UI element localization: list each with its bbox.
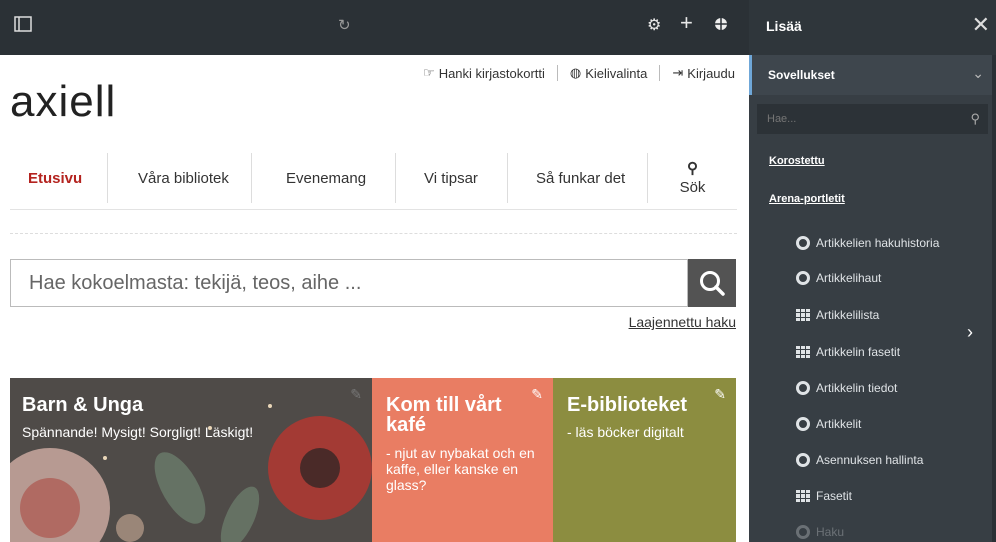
search-input[interactable] — [11, 260, 687, 306]
list-item[interactable]: Artikkelin tiedot — [796, 381, 897, 395]
grid-icon — [796, 346, 810, 358]
divider — [10, 233, 737, 234]
applications-dropdown[interactable]: Sovellukset ⌄ — [749, 55, 996, 95]
list-item[interactable]: Artikkelin fasetit — [796, 345, 900, 359]
panel-search-input[interactable] — [757, 104, 957, 134]
edit-icon[interactable]: ✎ — [714, 386, 726, 403]
nav-item-sok[interactable]: ⚲ Sök — [648, 147, 737, 209]
grid-icon — [796, 309, 810, 321]
gear-icon[interactable]: ⚙ — [647, 16, 661, 36]
nav-item-sa-funkar-det[interactable]: Så funkar det — [508, 147, 648, 209]
arena-portlets-link[interactable]: Arena-portletit — [769, 193, 845, 205]
divider — [556, 65, 558, 81]
search-icon — [700, 271, 725, 296]
circle-icon — [796, 271, 810, 285]
search-icon: ⚲ — [687, 160, 698, 177]
main-nav: Etusivu Våra bibliotek Evenemang Vi tips… — [10, 147, 737, 210]
add-panel: Lisää ✕ Sovellukset ⌄ ⚲ Korostettu Arena… — [749, 0, 996, 542]
nav-item-evenemang[interactable]: Evenemang — [252, 147, 396, 209]
nav-item-etusivu[interactable]: Etusivu — [10, 147, 108, 209]
tile-title: Barn & Unga — [22, 394, 144, 416]
crosshair-icon[interactable] — [713, 16, 729, 36]
tile-title: E-biblioteket — [567, 394, 688, 416]
chevron-down-icon: ⌄ — [972, 65, 984, 81]
hand-point-icon: ☞ — [423, 65, 435, 80]
editor-toolbar: ↻ ⚙ + — [0, 0, 749, 55]
chevron-right-icon[interactable]: › — [967, 322, 973, 343]
nav-item-vi-tipsar[interactable]: Vi tipsar — [396, 147, 508, 209]
scrollbar[interactable] — [992, 55, 996, 542]
catalog-search — [10, 259, 688, 307]
refresh-icon[interactable]: ↻ — [338, 16, 351, 36]
get-library-card-link[interactable]: ☞ Hanki kirjastokortti — [423, 65, 545, 81]
circle-icon — [796, 525, 810, 539]
sidebar-toggle-icon[interactable] — [14, 16, 32, 36]
circle-icon — [796, 417, 810, 431]
tile-barn-unga[interactable]: Barn & Unga Spännande! Mysigt! Sorgligt!… — [10, 378, 372, 542]
circle-icon — [796, 381, 810, 395]
language-link[interactable]: ◍ Kielivalinta — [570, 65, 648, 81]
panel-header: Lisää ✕ — [749, 0, 996, 55]
tile-title: Kom till vårt kafé — [386, 394, 502, 436]
panel-search: ⚲ — [757, 104, 988, 134]
tile-kafe[interactable]: Kom till vårt kafé - njut av nybakat och… — [372, 378, 553, 542]
highlighted-link[interactable]: Korostettu — [769, 155, 825, 167]
search-icon: ⚲ — [970, 111, 980, 126]
add-button[interactable]: + — [680, 12, 693, 34]
circle-icon — [796, 453, 810, 467]
divider — [659, 65, 661, 81]
list-item[interactable]: Artikkelilista — [796, 308, 879, 322]
edit-icon[interactable]: ✎ — [531, 386, 543, 403]
panel-title: Lisää — [766, 18, 802, 34]
list-item[interactable]: Artikkelien hakuhistoria — [796, 236, 939, 250]
circle-icon — [796, 236, 810, 250]
page-preview: axiell ☞ Hanki kirjastokortti ◍ Kielivalin… — [0, 55, 749, 542]
sign-in-icon: ⇥ — [672, 65, 684, 80]
login-link[interactable]: ⇥ Kirjaudu — [672, 65, 735, 81]
advanced-search-link[interactable]: Laajennettu haku — [629, 314, 736, 330]
globe-icon: ◍ — [569, 65, 582, 80]
tile-subtitle: - njut av nybakat och en kaffe, eller ka… — [386, 445, 535, 493]
list-item[interactable]: Artikkelihaut — [796, 271, 881, 285]
tile-subtitle: - läs böcker digitalt — [567, 424, 684, 440]
close-icon[interactable]: ✕ — [972, 12, 990, 38]
nav-item-vara-bibliotek[interactable]: Våra bibliotek — [108, 147, 252, 209]
logo[interactable]: axiell — [10, 77, 116, 127]
search-button[interactable] — [688, 259, 736, 307]
list-item[interactable]: Haku — [796, 525, 844, 539]
header-links: ☞ Hanki kirjastokortti ◍ Kielivalinta ⇥ Kir… — [423, 65, 735, 81]
list-item[interactable]: Fasetit — [796, 489, 852, 503]
tile-subtitle: Spännande! Mysigt! Sorgligt! Läskigt! — [22, 424, 254, 440]
grid-icon — [796, 490, 810, 502]
list-item[interactable]: Artikkelit — [796, 417, 861, 431]
tile-e-biblioteket[interactable]: E-biblioteket - läs böcker digitalt ✎ — [553, 378, 736, 542]
list-item[interactable]: Asennuksen hallinta — [796, 453, 923, 467]
edit-icon[interactable]: ✎ — [350, 386, 362, 403]
